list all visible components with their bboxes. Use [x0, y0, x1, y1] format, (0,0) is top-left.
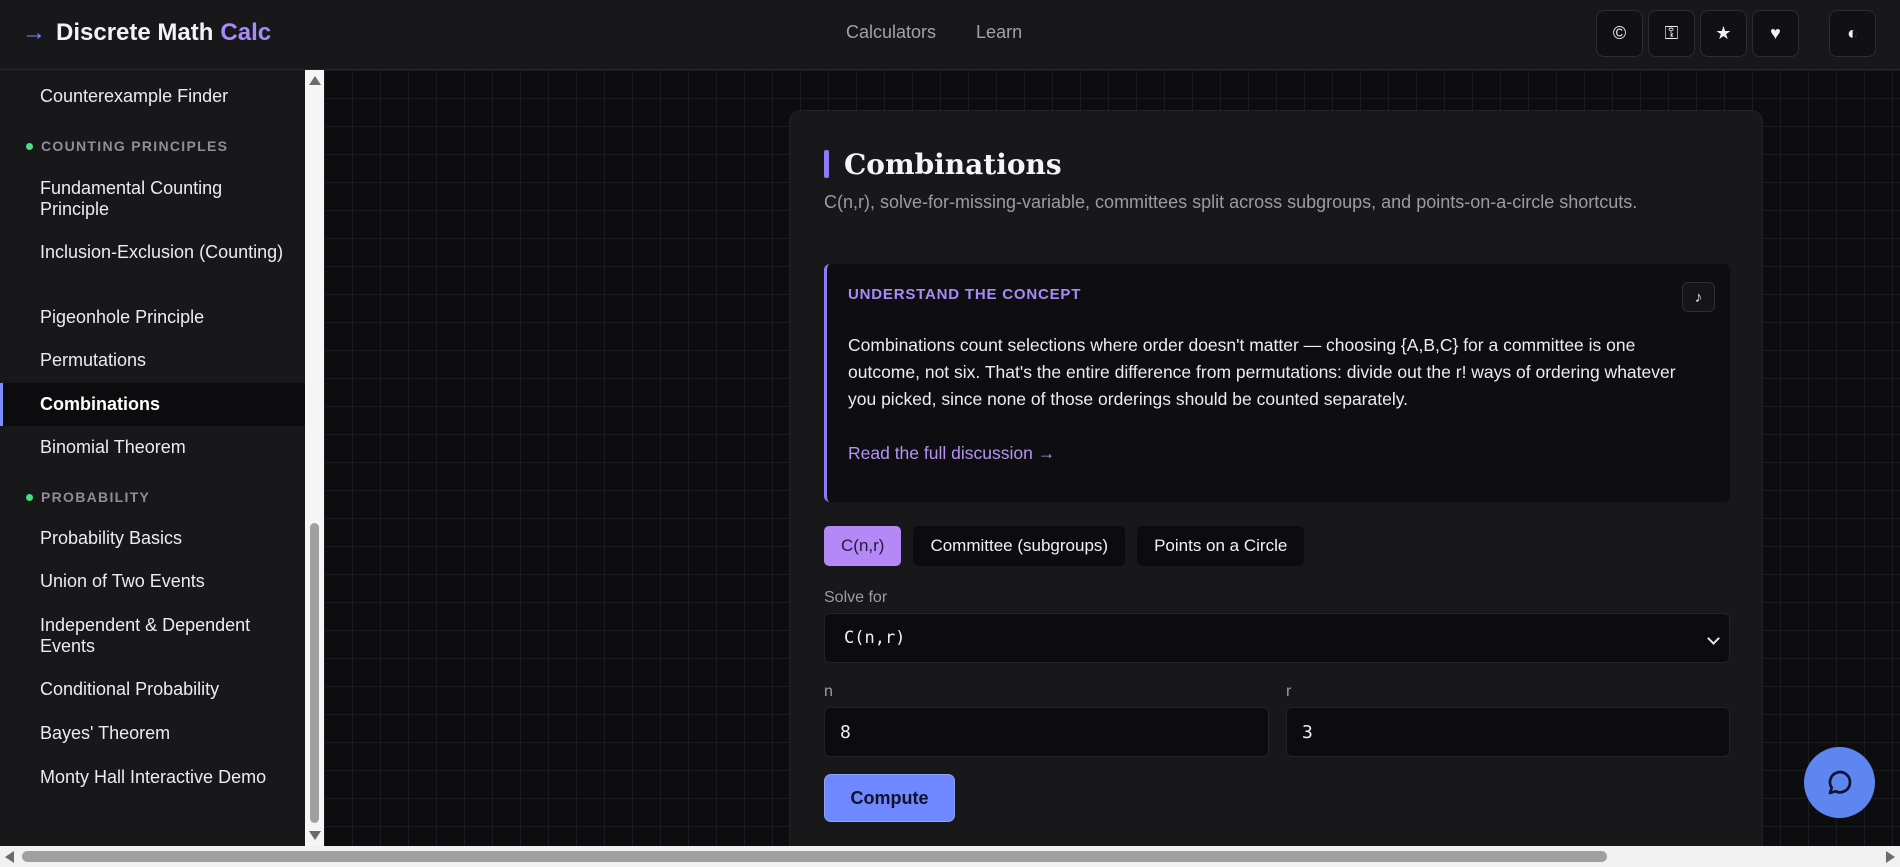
concept-panel: UNDERSTAND THE CONCEPT ♪ Combinations co…: [824, 264, 1730, 502]
top-nav: Calculators Learn: [846, 22, 1022, 43]
sidebar-item-independent-dependent[interactable]: Independent & Dependent Events: [40, 615, 290, 657]
copyright-icon: ©: [1612, 23, 1627, 43]
sidebar-item-monty-hall[interactable]: Monty Hall Interactive Demo: [40, 767, 290, 788]
heart-icon: ♥: [1770, 23, 1781, 43]
sidebar-item-union-two-events[interactable]: Union of Two Events: [40, 571, 290, 592]
sidebar-item-counterexample-finder[interactable]: Counterexample Finder: [40, 86, 290, 107]
heart-button[interactable]: ♥: [1752, 10, 1799, 57]
sidebar-item-inclusion-exclusion[interactable]: Inclusion-Exclusion (Counting): [40, 242, 290, 263]
solve-for-label: Solve for: [824, 589, 888, 606]
page-subtitle: C(n,r), solve-for-missing-variable, comm…: [824, 192, 1638, 212]
section-dot-icon: [26, 493, 33, 501]
top-bar: → Discrete Math Calc Calculators Learn ©…: [0, 0, 1900, 70]
n-value: 8: [840, 721, 851, 743]
page-title-text: Combinations: [844, 147, 1062, 181]
star-button[interactable]: ★: [1700, 10, 1747, 57]
r-value: 3: [1302, 721, 1313, 743]
nav-calculators[interactable]: Calculators: [846, 22, 936, 43]
scroll-down-icon[interactable]: [309, 831, 321, 840]
calculator-card: Combinations C(n,r), solve-for-missing-v…: [789, 110, 1763, 846]
chevron-down-icon: [1707, 632, 1720, 645]
n-input[interactable]: 8: [824, 707, 1269, 757]
audio-button[interactable]: ♪: [1682, 282, 1715, 312]
sidebar-item-permutations[interactable]: Permutations: [40, 350, 290, 371]
sidebar-section-counting: COUNTING PRINCIPLES: [26, 138, 228, 154]
theme-toggle-icon: ◐: [1847, 23, 1858, 43]
horizontal-scrollbar[interactable]: [0, 846, 1900, 867]
sidebar-section-probability: PROBABILITY: [26, 489, 150, 505]
compute-button[interactable]: Compute: [824, 774, 955, 822]
sidebar-item-bayes-theorem[interactable]: Bayes' Theorem: [40, 723, 290, 744]
scroll-up-icon[interactable]: [309, 76, 321, 85]
chat-button[interactable]: [1804, 747, 1875, 818]
concept-text: Combinations count selections where orde…: [848, 335, 1676, 409]
mode-tabs: C(n,r) Committee (subgroups) Points on a…: [824, 526, 1305, 566]
scroll-left-icon[interactable]: [5, 851, 14, 863]
solve-for-select[interactable]: C(n,r): [824, 613, 1730, 663]
chat-bubble-icon: [1828, 770, 1851, 794]
music-note-icon: ♪: [1694, 288, 1703, 306]
concept-label: UNDERSTAND THE CONCEPT: [848, 286, 1082, 303]
sidebar-scrollbar[interactable]: [305, 70, 324, 846]
sidebar: Counterexample Finder COUNTING PRINCIPLE…: [0, 70, 305, 846]
arrow-icon: →: [22, 19, 46, 46]
sidebar-item-fundamental-counting[interactable]: Fundamental Counting Principle: [40, 178, 290, 220]
section-dot-icon: [26, 142, 33, 150]
sidebar-section-label: COUNTING PRINCIPLES: [41, 138, 229, 154]
scroll-right-icon[interactable]: [1886, 851, 1895, 863]
sidebar-item-probability-basics[interactable]: Probability Basics: [40, 528, 290, 549]
sidebar-section-label: PROBABILITY: [41, 489, 151, 505]
sidebar-item-combinations[interactable]: Combinations: [40, 394, 290, 415]
tab-points-circle[interactable]: Points on a Circle: [1137, 526, 1305, 566]
r-input[interactable]: 3: [1286, 707, 1730, 757]
theme-toggle-button[interactable]: ◐: [1829, 10, 1876, 57]
copyright-button[interactable]: ©: [1596, 10, 1643, 57]
key-button[interactable]: ⚿: [1648, 10, 1695, 57]
brand-logo[interactable]: → Discrete Math Calc: [22, 18, 271, 48]
full-discussion-link[interactable]: Read the full discussion →: [848, 443, 1055, 464]
tab-committee[interactable]: Committee (subgroups): [913, 526, 1126, 566]
page-title: Combinations: [824, 147, 1062, 181]
star-icon: ★: [1715, 23, 1732, 43]
n-label: n: [824, 683, 833, 700]
solve-for-value: C(n,r): [844, 628, 906, 648]
brand-name: Discrete Math: [56, 19, 214, 46]
r-label: r: [1286, 683, 1292, 700]
brand-accent: Calc: [220, 19, 272, 46]
sidebar-item-conditional-probability[interactable]: Conditional Probability: [40, 679, 290, 700]
sidebar-item-binomial-theorem[interactable]: Binomial Theorem: [40, 437, 290, 458]
main-content: Combinations C(n,r), solve-for-missing-v…: [324, 70, 1900, 846]
scrollbar-thumb[interactable]: [310, 523, 319, 823]
nav-learn[interactable]: Learn: [976, 22, 1022, 43]
tab-cnr[interactable]: C(n,r): [824, 526, 902, 566]
title-accent-bar: [824, 150, 829, 178]
key-icon: ⚿: [1664, 23, 1679, 43]
sidebar-item-pigeonhole[interactable]: Pigeonhole Principle: [40, 307, 290, 328]
header-actions: © ⚿ ★ ♥ ◐: [1596, 10, 1876, 57]
scrollbar-thumb[interactable]: [22, 851, 1607, 862]
